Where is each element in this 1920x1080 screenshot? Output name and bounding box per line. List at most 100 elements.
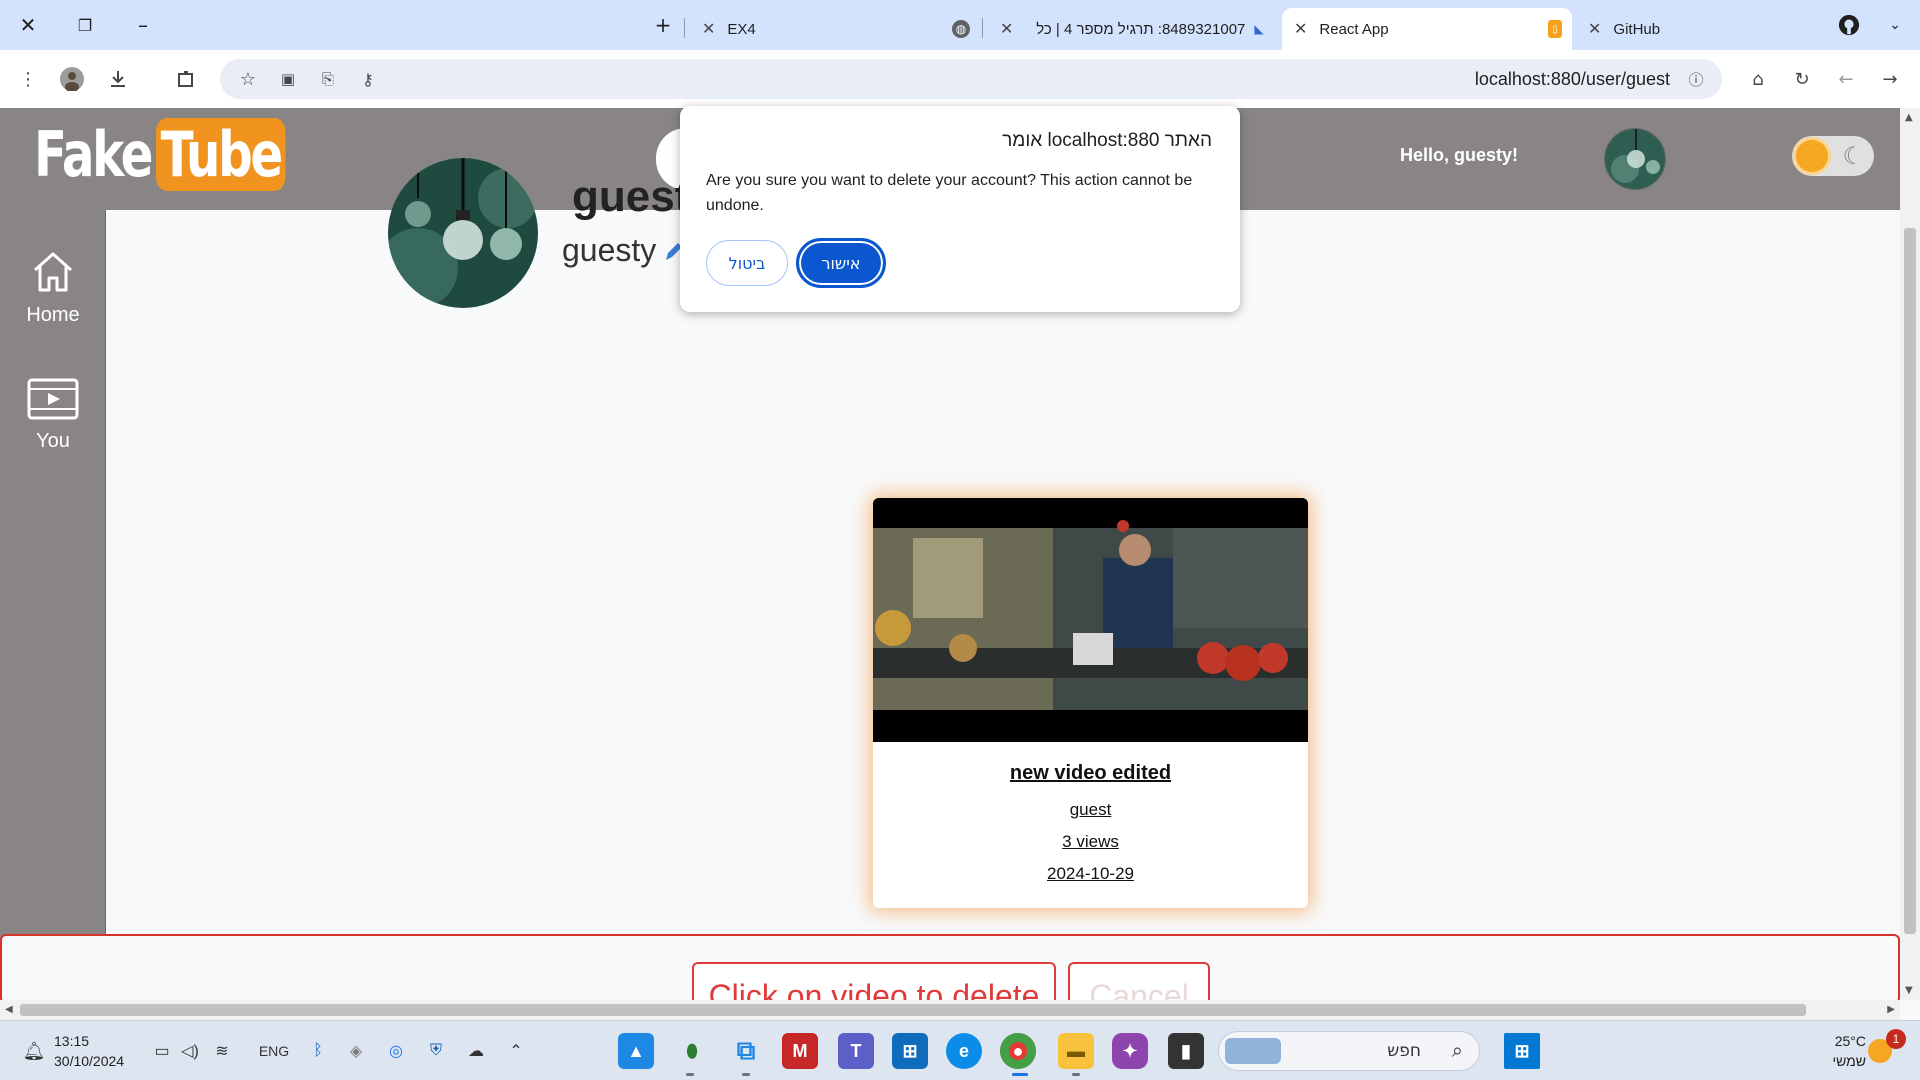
sidebar-item-home[interactable]: Home xyxy=(0,250,106,327)
notification-bell-icon[interactable]: 🔔︎ xyxy=(22,1039,46,1063)
battery-icon[interactable]: ▭ xyxy=(150,1039,174,1063)
store-app-icon[interactable]: ⊞ xyxy=(892,1033,928,1069)
windows-start-icon[interactable]: ⊞ xyxy=(1504,1033,1540,1069)
horizontal-scrollbar[interactable]: ◀ ▶ xyxy=(0,1000,1900,1020)
security-shield-icon[interactable]: ⛨ xyxy=(424,1039,448,1063)
tab-react-app[interactable]: ✕ React App ▯ xyxy=(1282,8,1572,50)
home-icon[interactable]: ⌂ xyxy=(1744,65,1772,93)
mcafee-tray-icon[interactable]: ◈ xyxy=(344,1039,368,1063)
user-avatar[interactable] xyxy=(1604,128,1666,190)
tab-label: React App xyxy=(1319,20,1389,38)
url-text[interactable]: localhost:880/user/guest xyxy=(1475,69,1670,90)
onedrive-cloud-icon[interactable]: ☁ xyxy=(464,1039,488,1063)
cast-icon[interactable]: ⎘ xyxy=(314,65,342,93)
vscode-app-icon[interactable]: ⧉ xyxy=(728,1033,764,1069)
browser-tab-strip: ✕ ❐ – + ✕ EX4 ◍ ✕ 8489321007: תרגיל מספר… xyxy=(0,0,1920,50)
address-bar[interactable]: ☆ ▣ ⎘ ⚷ localhost:880/user/guest ⓘ xyxy=(220,59,1722,99)
password-key-icon[interactable]: ⚷ xyxy=(354,65,382,93)
network-globe-icon[interactable]: ◎ xyxy=(384,1039,408,1063)
download-icon[interactable] xyxy=(104,65,132,93)
new-tab-plus-icon[interactable]: + xyxy=(650,12,676,38)
profile-display-name: guesty xyxy=(562,232,657,268)
window-close-icon[interactable]: ✕ xyxy=(15,12,41,38)
vertical-scroll-thumb[interactable] xyxy=(1904,228,1916,934)
active-app-indicator xyxy=(1012,1073,1028,1076)
chrome-app-icon[interactable]: ● xyxy=(1000,1033,1036,1069)
clock-time: 13:15 xyxy=(54,1033,90,1049)
video-date[interactable]: 2024-10-29 xyxy=(873,864,1308,884)
cancel-delete-button[interactable]: Cancel xyxy=(1068,962,1210,1002)
menu-kebab-icon[interactable]: ⋮ xyxy=(14,65,42,93)
copilot-app-icon[interactable]: ✦ xyxy=(1112,1033,1148,1069)
sidebar-item-you[interactable]: You xyxy=(0,378,106,453)
weather-widget[interactable]: 25°C שמשי xyxy=(1822,1031,1866,1071)
teams-app-icon[interactable]: T xyxy=(838,1033,874,1069)
dialog-ok-button[interactable]: אישור xyxy=(796,238,886,288)
taskbar-search-input[interactable]: חפש ⌕ xyxy=(1218,1031,1480,1071)
bluetooth-icon[interactable]: ᛒ xyxy=(306,1039,330,1063)
greeting-text: Hello, guesty! xyxy=(1400,145,1519,165)
running-indicator xyxy=(686,1073,694,1076)
tab-close-icon[interactable]: ✕ xyxy=(1000,19,1013,39)
running-indicator xyxy=(742,1073,750,1076)
video-title[interactable]: new video edited xyxy=(873,762,1308,785)
back-arrow-icon[interactable]: ← xyxy=(1832,65,1860,93)
tab-label: 8489321007: תרגיל מספר 4 | כל xyxy=(1036,20,1246,38)
video-author[interactable]: guest xyxy=(873,800,1308,820)
react-app-favicon-icon: ▯ xyxy=(1548,20,1562,38)
mongodb-app-icon[interactable]: ⬮ xyxy=(674,1033,710,1069)
github-icon xyxy=(1836,12,1862,38)
profile-avatar-icon[interactable] xyxy=(58,65,86,93)
edge-app-icon[interactable]: e xyxy=(946,1033,982,1069)
photos-app-icon[interactable]: ▲ xyxy=(618,1033,654,1069)
translate-icon[interactable]: ▣ xyxy=(274,65,302,93)
weather-temperature: 25°C xyxy=(1834,1033,1866,1049)
wifi-icon[interactable]: ≋ xyxy=(210,1039,234,1063)
file-explorer-app-icon[interactable]: ▬ xyxy=(1058,1033,1094,1069)
window-restore-icon[interactable]: ❐ xyxy=(72,12,98,38)
language-indicator[interactable]: ENG xyxy=(254,1039,294,1063)
terminal-app-icon[interactable]: ▮ xyxy=(1168,1033,1204,1069)
forward-arrow-icon[interactable]: → xyxy=(1876,65,1904,93)
fake-tube-logo[interactable]: Fake Tube xyxy=(34,118,322,191)
sidebar: Home You xyxy=(0,210,106,1000)
tab-separator xyxy=(684,18,685,38)
mcafee-app-icon[interactable]: M xyxy=(782,1033,818,1069)
extensions-puzzle-icon[interactable] xyxy=(172,65,200,93)
video-views[interactable]: 3 views xyxy=(873,832,1308,852)
scroll-up-icon[interactable]: ▲ xyxy=(1905,112,1913,123)
tab-search-chevron-icon[interactable]: ⌄ xyxy=(1882,12,1908,38)
dialog-title: האתר localhost:880 אומר xyxy=(1002,130,1212,151)
horizontal-scroll-thumb[interactable] xyxy=(20,1004,1806,1016)
tab-close-icon[interactable]: ✕ xyxy=(1588,19,1601,39)
scroll-down-icon[interactable]: ▼ xyxy=(1905,985,1913,996)
scroll-left-icon[interactable]: ◀ xyxy=(5,1004,13,1015)
notification-badge: 1 xyxy=(1886,1029,1906,1049)
tab-label: GitHub xyxy=(1613,20,1661,38)
tab-ex4[interactable]: ✕ EX4 ◍ xyxy=(690,8,980,50)
tab-close-icon[interactable]: ✕ xyxy=(702,19,715,39)
window-minimize-icon[interactable]: – xyxy=(130,12,156,38)
windows-taskbar: 🔔︎ 13:15 30/10/2024 ▭ ◁) ≋ ENG ᛒ ◈ ◎ ⛨ ☁… xyxy=(0,1020,1920,1080)
volume-icon[interactable]: ◁) xyxy=(178,1039,202,1063)
reload-icon[interactable]: ↻ xyxy=(1788,65,1816,93)
show-hidden-icons-chevron-icon[interactable]: ⌃ xyxy=(504,1039,528,1063)
delete-video-button[interactable]: Click on video to delete xyxy=(692,962,1056,1002)
clock[interactable]: 13:15 30/10/2024 xyxy=(54,1031,124,1071)
video-thumbnail[interactable] xyxy=(873,498,1308,742)
site-info-icon[interactable]: ⓘ xyxy=(1682,65,1710,93)
vertical-scrollbar[interactable]: ▲ ▼ xyxy=(1900,108,1920,1000)
dialog-message: Are you sure you want to delete your acc… xyxy=(706,172,1193,214)
tab-moodle[interactable]: ✕ 8489321007: תרגיל מספר 4 | כל ◣ xyxy=(988,8,1278,50)
tab-github[interactable]: ✕ GitHub xyxy=(1576,8,1836,50)
sidebar-item-label: Home xyxy=(26,304,80,326)
video-card[interactable]: new video edited guest 3 views 2024-10-2… xyxy=(873,498,1308,908)
moon-icon: ☾ xyxy=(1842,142,1864,170)
browser-toolbar: ⋮ ☆ ▣ ⎘ ⚷ localhost:880/user/guest ⓘ ⌂ ↻… xyxy=(0,50,1920,108)
theme-toggle[interactable]: ☾ xyxy=(1792,136,1874,176)
scroll-right-icon[interactable]: ▶ xyxy=(1887,1004,1895,1015)
dialog-cancel-button[interactable]: ביטול xyxy=(706,240,788,286)
bookmark-star-icon[interactable]: ☆ xyxy=(234,65,262,93)
profile-name: guest xyxy=(572,172,690,221)
tab-close-icon[interactable]: ✕ xyxy=(1294,19,1307,39)
